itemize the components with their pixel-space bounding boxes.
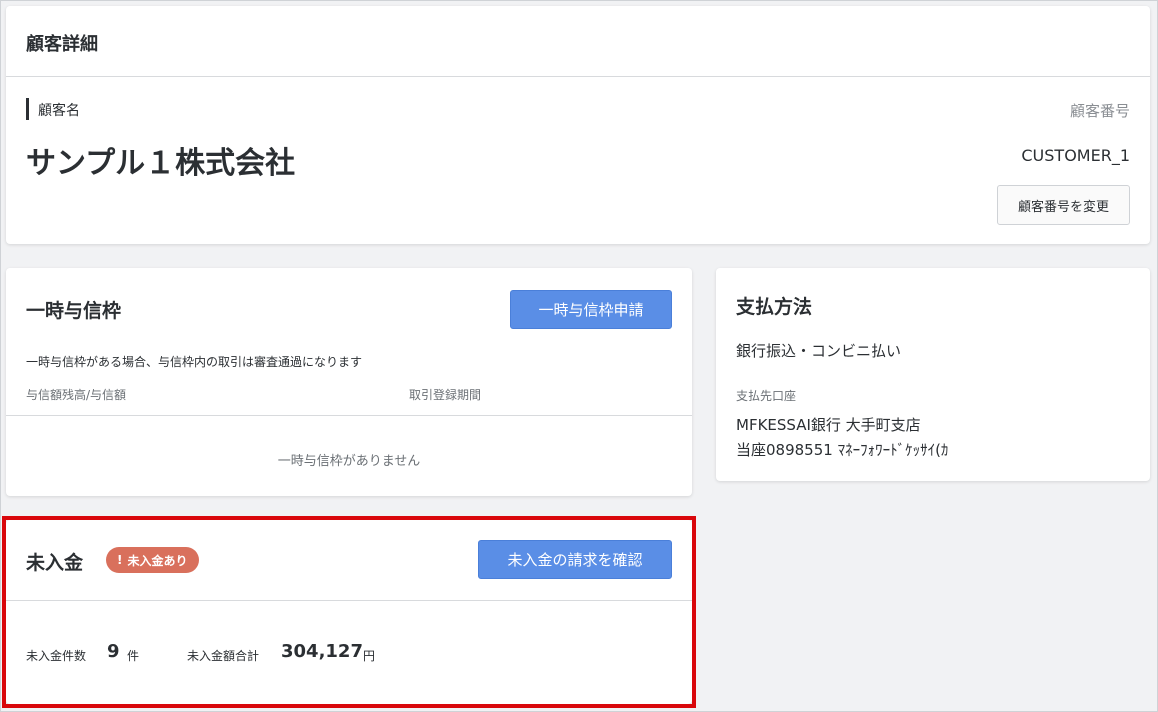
customer-name-label: 顧客名 bbox=[38, 103, 80, 119]
payment-account-line: 当座0898551 ﾏﾈｰﾌｫﾜｰﾄﾞｹｯｻｲ(ｶ bbox=[736, 441, 949, 459]
customer-detail-title: 顧客詳細 bbox=[26, 34, 98, 55]
change-customer-number-button[interactable]: 顧客番号を変更 bbox=[997, 185, 1130, 225]
customer-number-value: CUSTOMER_1 bbox=[1021, 146, 1130, 165]
temp-credit-description: 一時与信枠がある場合、与信枠内の取引は審査通過になります bbox=[26, 355, 363, 369]
customer-name-value: サンプル１株式会社 bbox=[26, 146, 296, 181]
customer-number-label: 顧客番号 bbox=[1069, 102, 1130, 120]
temp-credit-apply-button[interactable]: 一時与信枠申請 bbox=[510, 290, 672, 329]
payment-bank-line: MFKESSAI銀行 大手町支店 bbox=[736, 416, 921, 434]
header-divider bbox=[6, 76, 1150, 77]
highlight-box bbox=[2, 516, 696, 708]
payment-account-label: 支払先口座 bbox=[736, 389, 797, 403]
temp-credit-empty-message: 一時与信枠がありません bbox=[277, 454, 421, 469]
customer-name-label-bar bbox=[26, 98, 29, 120]
temp-credit-title: 一時与信枠 bbox=[26, 300, 122, 322]
payment-method-title: 支払方法 bbox=[736, 296, 813, 318]
col-header-period: 取引登録期間 bbox=[409, 388, 482, 402]
payment-method-value: 銀行振込・コンビニ払い bbox=[736, 342, 902, 360]
payment-method-card: 支払方法 銀行振込・コンビニ払い 支払先口座 MFKESSAI銀行 大手町支店 … bbox=[716, 268, 1150, 481]
temp-credit-card: 一時与信枠 一時与信枠申請 一時与信枠がある場合、与信枠内の取引は審査通過になり… bbox=[6, 268, 692, 496]
table-divider bbox=[6, 415, 692, 416]
col-header-credit-balance: 与信額残高/与信額 bbox=[26, 388, 127, 402]
customer-detail-card: 顧客詳細 顧客名 サンプル１株式会社 顧客番号 CUSTOMER_1 顧客番号を… bbox=[6, 6, 1150, 244]
